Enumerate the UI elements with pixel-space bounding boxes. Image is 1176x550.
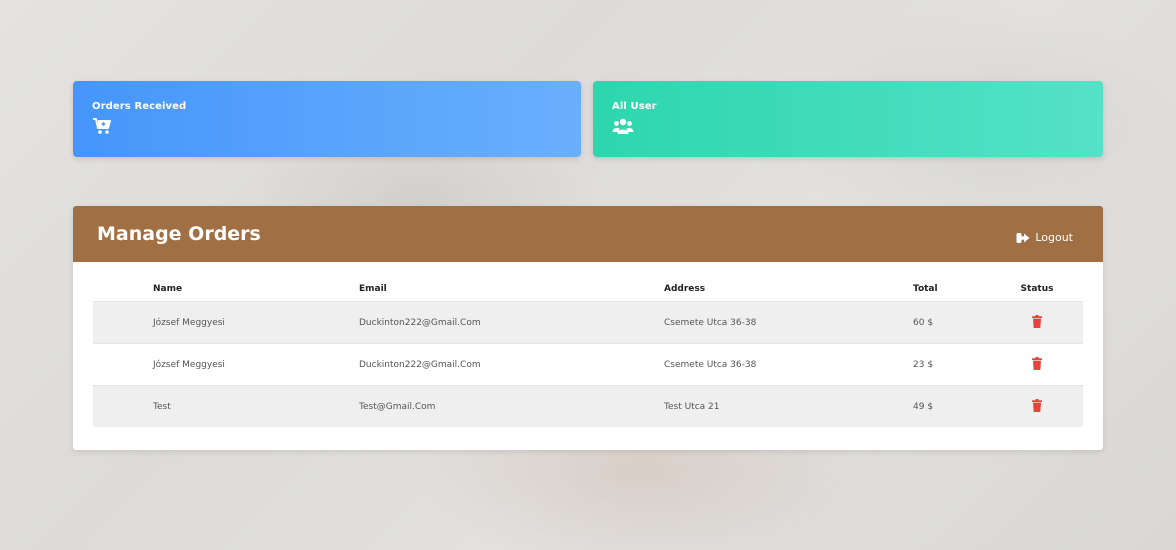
table-row: Test Test@Gmail.Com Test Utca 21 49 $ <box>93 385 1083 427</box>
orders-table: Name Email Address Total Status József M… <box>93 276 1083 427</box>
column-header-address: Address <box>664 283 706 294</box>
column-header-name: Name <box>153 283 183 294</box>
panel-header: Manage Orders Logout <box>73 206 1103 262</box>
cell-name: József Meggyesi <box>93 301 359 344</box>
cell-status <box>1011 301 1083 344</box>
table-header-row: Name Email Address Total Status <box>93 276 1083 302</box>
cell-email: Duckinton222@Gmail.Com <box>359 301 664 344</box>
all-user-label: All User <box>612 101 657 112</box>
all-user-card[interactable]: All User <box>593 81 1103 157</box>
cell-total: 49 $ <box>913 385 1011 427</box>
page-title: Manage Orders <box>97 223 261 245</box>
orders-received-card[interactable]: Orders Received <box>73 81 581 157</box>
trash-icon[interactable] <box>1032 356 1042 370</box>
cell-name: József Meggyesi <box>93 343 359 386</box>
logout-button[interactable]: Logout <box>1016 231 1073 244</box>
manage-orders-panel: Manage Orders Logout Name Email Address … <box>73 206 1103 450</box>
column-header-email: Email <box>359 283 387 294</box>
stat-cards: Orders Received All User <box>73 81 1103 157</box>
cart-plus-icon <box>93 118 111 134</box>
cell-address: Csemete Utca 36-38 <box>664 343 913 386</box>
cell-status <box>1011 343 1083 386</box>
cell-address: Test Utca 21 <box>664 385 913 427</box>
cell-email: Test@Gmail.Com <box>359 385 664 427</box>
column-header-status: Status <box>1020 283 1054 294</box>
cell-total: 60 $ <box>913 301 1011 344</box>
cell-total: 23 $ <box>913 343 1011 386</box>
table-row: József Meggyesi Duckinton222@Gmail.Com C… <box>93 343 1083 386</box>
table-row: József Meggyesi Duckinton222@Gmail.Com C… <box>93 301 1083 344</box>
orders-received-label: Orders Received <box>92 101 187 112</box>
cell-status <box>1011 385 1083 427</box>
users-icon <box>612 118 634 134</box>
cell-email: Duckinton222@Gmail.Com <box>359 343 664 386</box>
trash-icon[interactable] <box>1032 398 1042 412</box>
trash-icon[interactable] <box>1032 314 1042 328</box>
column-header-total: Total <box>913 283 938 294</box>
cell-name: Test <box>93 385 359 427</box>
sign-out-icon <box>1016 232 1030 243</box>
logout-label: Logout <box>1035 231 1073 244</box>
cell-address: Csemete Utca 36-38 <box>664 301 913 344</box>
